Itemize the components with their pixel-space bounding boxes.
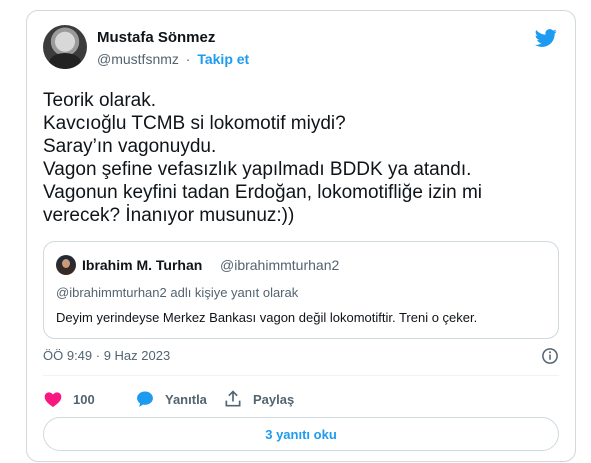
separator-dot: · bbox=[185, 51, 191, 67]
reply-label: Yanıtla bbox=[165, 391, 207, 407]
quoted-author-name: Ibrahim M. Turhan bbox=[82, 257, 203, 273]
quoted-author-handle: @ibrahimmturhan2 bbox=[220, 257, 340, 273]
tweet-card: Mustafa Sönmez @mustfsnmz · Takip et Teo… bbox=[26, 10, 576, 462]
info-icon[interactable] bbox=[541, 347, 559, 365]
quoted-author-avatar bbox=[56, 255, 76, 275]
tweet-timestamp[interactable]: ÖÖ 9:49 · 9 Haz 2023 bbox=[43, 348, 170, 363]
like-count: 100 bbox=[73, 391, 95, 407]
share-label: Paylaş bbox=[253, 391, 295, 407]
action-bar: 100 Yanıtla Paylaş bbox=[43, 387, 559, 411]
read-replies-button[interactable]: 3 yanıtı oku bbox=[43, 417, 559, 451]
author-handle[interactable]: @mustfsnmz bbox=[97, 51, 179, 67]
heart-icon bbox=[44, 392, 62, 407]
twitter-bird-icon[interactable] bbox=[533, 27, 559, 49]
reply-bubble-icon bbox=[137, 391, 153, 407]
follow-link[interactable]: Takip et bbox=[197, 51, 249, 67]
like-button[interactable]: 100 bbox=[43, 387, 95, 411]
author-handle-row: @mustfsnmz · Takip et bbox=[97, 51, 249, 67]
reply-button[interactable]: Yanıtla bbox=[135, 387, 207, 411]
divider bbox=[43, 375, 559, 376]
quoted-reply-context: @ibrahimmturhan2 adlı kişiye yanıt olara… bbox=[56, 285, 299, 300]
author-avatar[interactable] bbox=[43, 25, 87, 69]
tweet-header: Mustafa Sönmez @mustfsnmz · Takip et bbox=[43, 25, 559, 75]
share-icon bbox=[225, 390, 241, 407]
quoted-tweet-text: Deyim yerindeyse Merkez Bankası vagon de… bbox=[56, 310, 478, 325]
tweet-text: Teorik olarak. Kavcıoğlu TCMB si lokomot… bbox=[43, 90, 483, 226]
share-button[interactable]: Paylaş bbox=[223, 387, 294, 411]
author-display-name[interactable]: Mustafa Sönmez bbox=[97, 29, 215, 46]
quoted-tweet[interactable]: Ibrahim M. Turhan @ibrahimmturhan2 @ibra… bbox=[43, 241, 559, 339]
